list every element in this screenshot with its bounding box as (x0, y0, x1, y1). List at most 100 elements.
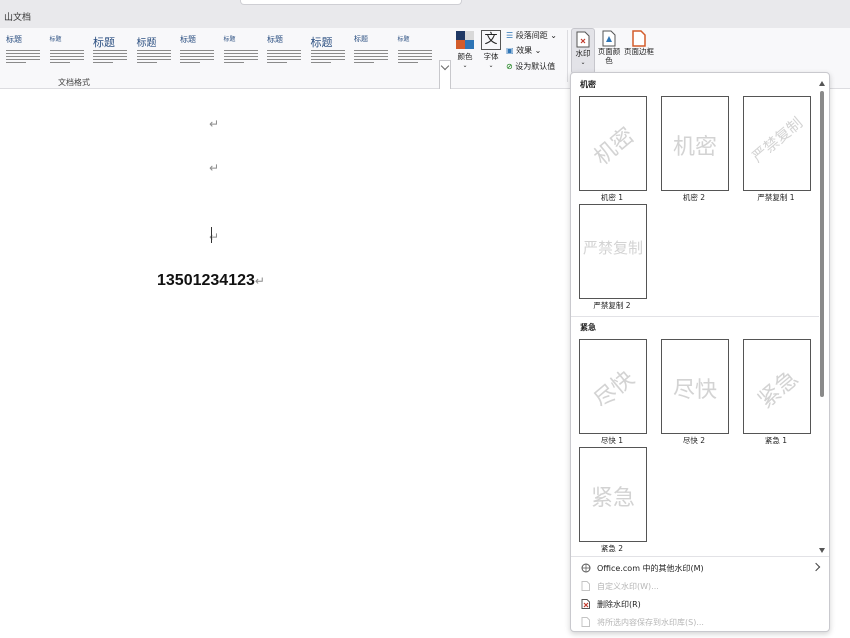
watermark-option[interactable]: 严禁复制 (743, 96, 811, 191)
style-text-line (310, 53, 345, 54)
paragraph-mark: ↵ (209, 117, 220, 131)
menu-item-label: 删除水印(R) (597, 600, 641, 609)
scroll-up-icon[interactable] (819, 81, 825, 86)
style-thumbnail[interactable]: 标题 (174, 32, 218, 70)
style-text-line (180, 59, 214, 60)
doc-icon (581, 581, 590, 591)
style-text-line (136, 62, 157, 63)
text-cursor (211, 227, 212, 243)
style-thumbnail[interactable]: 标题 (87, 32, 131, 70)
menu-divider (571, 556, 829, 557)
style-text-line (136, 53, 171, 54)
menu-item[interactable]: 自定义水印(W)... (581, 580, 825, 594)
style-thumbnail[interactable]: 标题 (305, 32, 349, 70)
style-text-line (93, 59, 127, 60)
phone-number-text[interactable]: 13501234123↵ (157, 272, 265, 290)
style-thumbnail[interactable]: 标题 (0, 32, 44, 70)
style-thumbnail[interactable]: 标题 (348, 32, 392, 70)
scroll-thumb[interactable] (820, 91, 824, 397)
style-heading: 标题 (6, 35, 22, 44)
style-text-line (397, 59, 432, 60)
page-color-button[interactable]: 页面颜色 (596, 28, 622, 72)
panel-scrollbar[interactable] (819, 81, 825, 553)
style-heading: 标题 (267, 35, 283, 44)
fonts-icon: 文 (481, 30, 501, 50)
style-text-line (93, 50, 127, 51)
fonts-label: 字体 (483, 52, 499, 61)
style-text-line (310, 56, 345, 57)
chevron-right-icon (811, 562, 821, 572)
style-heading: 标题 (93, 36, 115, 49)
ribbon-separator (567, 30, 568, 82)
watermark-option[interactable]: 紧急 (743, 339, 811, 434)
section-title: 紧急 (580, 323, 596, 332)
style-thumbnail[interactable]: 标题 (218, 32, 262, 70)
effects-icon: ▣ (506, 46, 514, 55)
phone-number: 13501234123 (157, 272, 255, 289)
scroll-down-icon[interactable] (819, 548, 825, 553)
watermark-label: 水印 (575, 49, 591, 58)
fonts-button[interactable]: 文 字体 ⌄ (480, 30, 502, 74)
watermark-option[interactable]: 机密 (579, 96, 647, 191)
paragraph-mark: ↵ (254, 274, 265, 288)
watermark-dropdown: Office.com 中的其他水印(M) 自定义水印(W)... 删除水印(R) 将所… (570, 72, 830, 632)
effects-label: 效果 (516, 46, 533, 55)
watermark-option-caption: 尽快 2 (682, 436, 706, 445)
style-text-line (267, 62, 287, 63)
style-text-line (223, 56, 258, 57)
style-heading: 标题 (136, 38, 157, 49)
style-text-line (267, 50, 301, 51)
style-thumbnail[interactable]: 标题 (261, 32, 305, 70)
watermark-icon (576, 31, 590, 48)
colors-button[interactable]: 颜色 ⌄ (452, 30, 478, 74)
save-icon (581, 617, 590, 627)
paragraph-spacing-button[interactable]: ☰ 段落间距 ⌄ (506, 30, 557, 41)
style-text-line (136, 56, 171, 57)
style-thumbnail[interactable]: 标题 (44, 32, 88, 70)
section-title: 机密 (580, 80, 596, 89)
style-thumbnail[interactable]: 标题 (131, 32, 175, 70)
app-title: 山文档 (4, 13, 32, 23)
watermark-option-caption: 紧急 1 (764, 436, 788, 445)
style-text-line (136, 50, 171, 51)
page-color-label: 页面颜色 (597, 47, 621, 65)
set-default-button[interactable]: ⊘ 设为默认值 (506, 61, 555, 72)
watermark-option[interactable]: 机密 (661, 96, 729, 191)
style-text-line (180, 50, 214, 51)
style-text-line (397, 50, 432, 51)
watermark-option[interactable]: 尽快 (661, 339, 729, 434)
page-color-icon (602, 30, 616, 47)
watermark-button[interactable]: 水印 ⌄ (571, 28, 595, 74)
document-canvas[interactable]: ↵ ↵ ↵ 13501234123↵ (0, 89, 570, 638)
style-text-line (354, 53, 388, 54)
style-text-line (136, 59, 171, 60)
style-thumbnail[interactable]: 标题 (392, 32, 436, 70)
style-heading: 标题 (223, 36, 236, 43)
menu-item[interactable]: Office.com 中的其他水印(M) (581, 562, 825, 576)
style-text-line (49, 62, 70, 63)
watermark-option[interactable]: 紧急 (579, 447, 647, 542)
menu-item-label: 将所选内容保存到水印库(S)... (597, 618, 704, 627)
menu-item[interactable]: 删除水印(R) (581, 598, 825, 612)
search-box[interactable] (240, 0, 462, 5)
styles-group-label: 文档格式 (58, 78, 90, 87)
watermark-preview-text: 机密 (589, 123, 640, 171)
style-text-line (310, 50, 345, 51)
style-text-line (397, 56, 432, 57)
watermark-preview-text: 紧急 (590, 486, 635, 511)
watermark-option[interactable]: 尽快 (579, 339, 647, 434)
paragraph-spacing-label: 段落间距 (515, 31, 548, 40)
style-text-line (49, 53, 84, 54)
style-text-line (6, 56, 40, 57)
menu-item[interactable]: 将所选内容保存到水印库(S)... (581, 616, 825, 630)
style-heading: 标题 (354, 35, 368, 43)
effects-button[interactable]: ▣ 效果 ⌄ (506, 45, 541, 56)
watermark-option[interactable]: 严禁复制 (579, 204, 647, 299)
style-text-line (49, 50, 84, 51)
style-text-line (180, 56, 214, 57)
paragraph-spacing-icon: ☰ (506, 31, 514, 40)
page-border-button[interactable]: 页面边框 (624, 28, 654, 72)
watermark-option-caption: 尽快 1 (600, 436, 624, 445)
style-heading: 标题 (180, 35, 196, 44)
watermark-option-caption: 机密 2 (682, 193, 706, 202)
